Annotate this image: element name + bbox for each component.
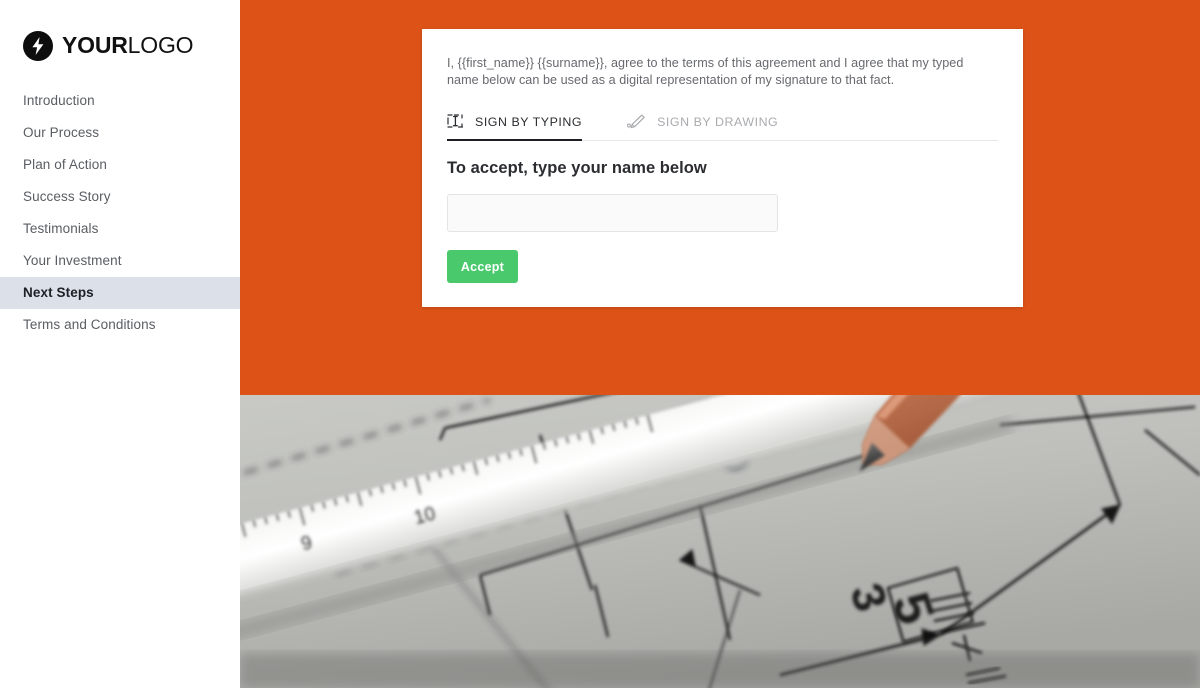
brand-wordmark: YOURLOGO: [62, 32, 194, 58]
sidebar: YOURLOGO Introduction Our Process Plan o…: [0, 0, 240, 688]
brand-name-light: LOGO: [127, 32, 194, 58]
blueprint-photo: 3 5 1.000 C25/30 1.50: [240, 385, 1200, 688]
sidebar-item-your-investment[interactable]: Your Investment: [0, 245, 240, 277]
sidebar-item-terms-and-conditions[interactable]: Terms and Conditions: [0, 309, 240, 341]
signature-tabs: SIGN BY TYPING SIGN BY DRAWING: [447, 112, 998, 141]
pen-signature-icon: [627, 114, 646, 129]
tab-sign-by-drawing[interactable]: SIGN BY DRAWING: [627, 111, 778, 140]
signature-page: YOURLOGO Introduction Our Process Plan o…: [0, 0, 1200, 688]
tab-label: SIGN BY DRAWING: [657, 114, 779, 129]
brand-name-strong: YOUR: [62, 32, 128, 58]
tab-sign-by-typing[interactable]: SIGN BY TYPING: [447, 111, 583, 141]
lightning-bolt-icon: [23, 30, 53, 61]
main-content: I, {{first_name}} {{surname}}, agree to …: [240, 0, 1200, 688]
accept-button[interactable]: Accept: [447, 250, 518, 283]
sidebar-item-next-steps[interactable]: Next Steps: [0, 277, 240, 309]
agreement-text: I, {{first_name}} {{surname}}, agree to …: [447, 56, 964, 87]
tab-label: SIGN BY TYPING: [475, 114, 583, 129]
sidebar-item-introduction[interactable]: Introduction: [0, 85, 240, 117]
signature-name-input[interactable]: [447, 194, 778, 232]
signature-card: I, {{first_name}} {{surname}}, agree to …: [422, 29, 1023, 307]
sidebar-nav: Introduction Our Process Plan of Action …: [0, 85, 240, 341]
sidebar-item-plan-of-action[interactable]: Plan of Action: [0, 149, 240, 181]
sidebar-item-testimonials[interactable]: Testimonials: [0, 213, 240, 245]
sidebar-item-success-story[interactable]: Success Story: [0, 181, 240, 213]
accept-heading: To accept, type your name below: [447, 159, 707, 177]
brand-logo[interactable]: YOURLOGO: [0, 0, 240, 62]
sidebar-item-our-process[interactable]: Our Process: [0, 117, 240, 149]
text-cursor-icon: [447, 114, 464, 129]
